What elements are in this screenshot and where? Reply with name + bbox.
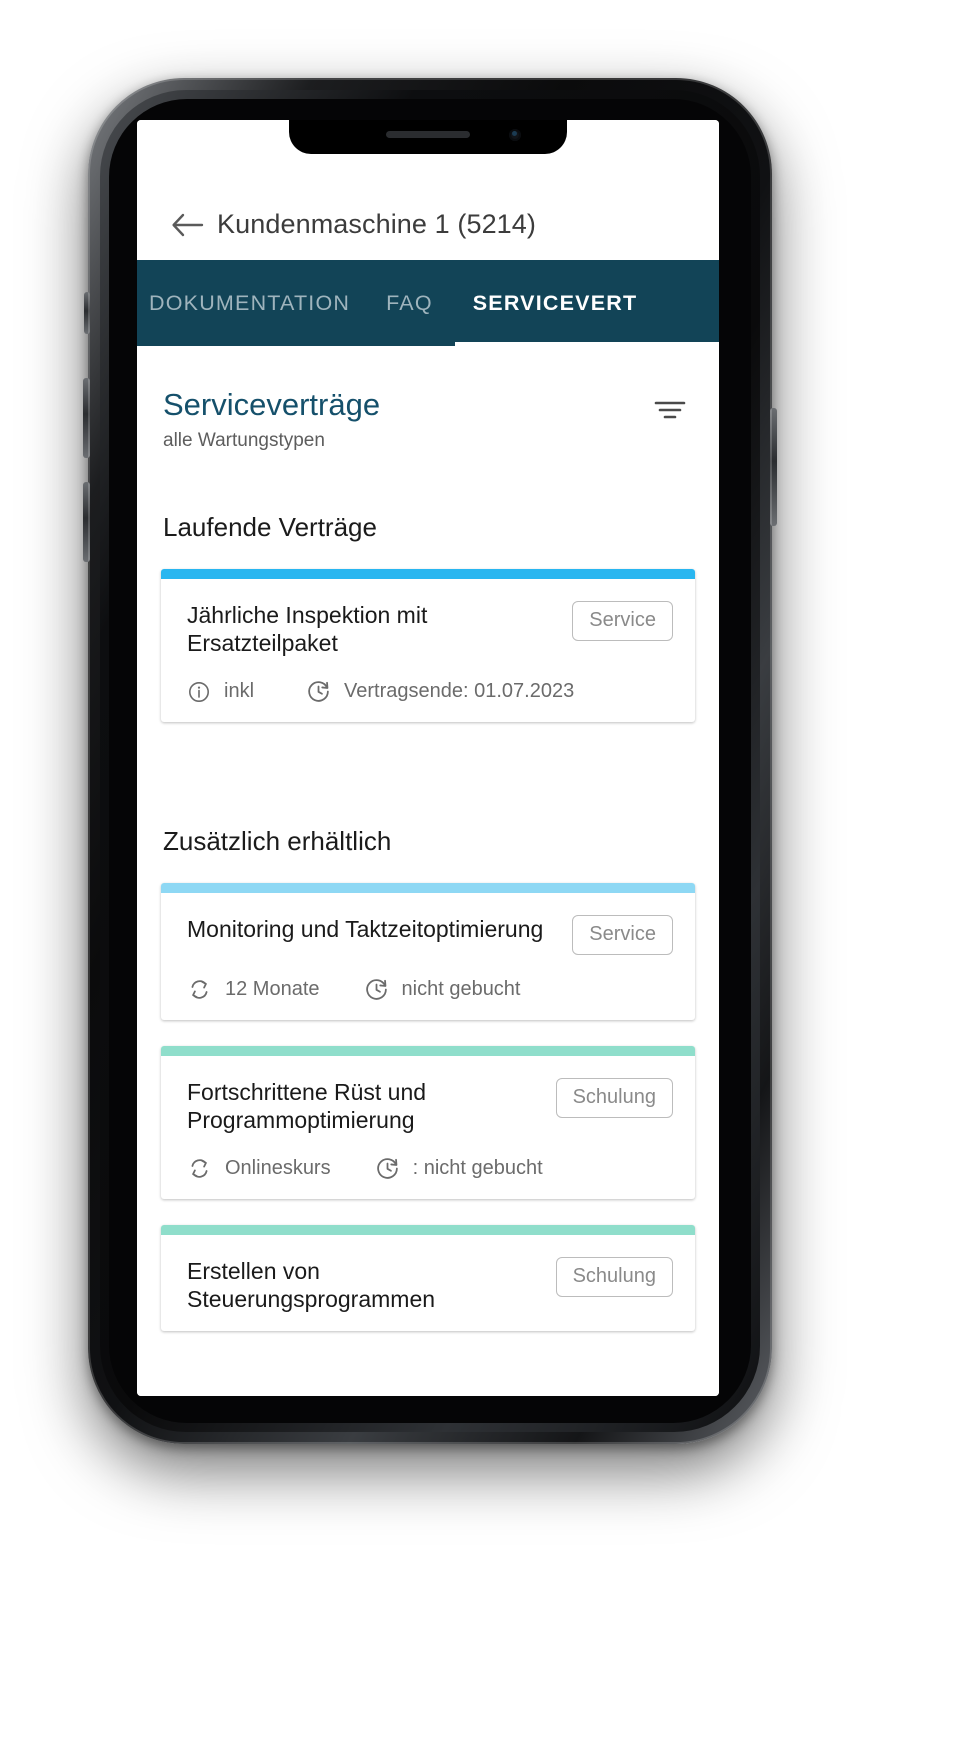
card-body: Erstellen von Steuerungsprogrammen Schul… <box>161 1235 695 1331</box>
meta-text: : nicht gebucht <box>412 1157 543 1180</box>
meta-inclusion: inkl <box>187 680 254 704</box>
card-list-zusaetzlich: Monitoring und Taktzeitoptimierung Servi… <box>137 883 719 1332</box>
contract-card[interactable]: Jährliche Inspektion mit Ersatzteilpaket… <box>161 569 695 723</box>
meta-text: nicht gebucht <box>401 978 521 1001</box>
card-body: Fortschrittene Rüst und Programmoptimier… <box>161 1056 695 1199</box>
page-title: Kundenmaschine 1 (5214) <box>217 209 537 239</box>
card-accent-bar <box>161 1225 695 1236</box>
tab-dokumentation[interactable]: DOKUMENTATION <box>137 260 368 346</box>
card-title: Fortschrittene Rüst und Programmoptimier… <box>187 1079 427 1134</box>
screenshot-root: Kundenmaschine 1 (5214) DOKUMENTATION FA… <box>0 0 975 1751</box>
clock-refresh-icon <box>364 977 389 1002</box>
section-heading-zusaetzlich: Zusätzlich erhältlich <box>163 826 392 857</box>
contract-card[interactable]: Monitoring und Taktzeitoptimierung Servi… <box>161 883 695 1021</box>
card-accent-bar <box>161 883 695 894</box>
card-title: Jährliche Inspektion mit Ersatzteilpaket <box>187 602 428 657</box>
volume-up-button[interactable] <box>83 378 90 458</box>
meta-booking-status: nicht gebucht <box>364 977 521 1002</box>
meta-text: Onlineskurs <box>225 1157 331 1180</box>
card-meta-row: 12 Monate nicht gebucht <box>187 977 673 1002</box>
meta-text: inkl <box>224 680 255 703</box>
card-header-row: Monitoring und Taktzeitoptimierung Servi… <box>187 915 673 956</box>
status-badge[interactable]: Schulung <box>555 1257 673 1298</box>
back-button[interactable] <box>159 210 217 240</box>
info-icon <box>187 680 211 704</box>
meta-text: Vertragsende: 01.07.2023 <box>344 680 575 703</box>
volume-down-button[interactable] <box>83 482 90 562</box>
silent-switch-button[interactable] <box>84 292 90 334</box>
status-badge[interactable]: Schulung <box>555 1078 673 1119</box>
phone-notch <box>289 120 567 154</box>
filter-icon[interactable] <box>651 396 689 424</box>
meta-contract-end: Vertragsende: 01.07.2023 <box>306 679 574 704</box>
card-header-row: Fortschrittene Rüst und Programmoptimier… <box>187 1078 673 1134</box>
card-accent-bar <box>161 569 695 579</box>
tab-faq[interactable]: FAQ <box>368 260 451 346</box>
front-camera-icon <box>509 129 521 141</box>
card-body: Monitoring und Taktzeitoptimierung Servi… <box>161 893 695 1020</box>
phone-screen: Kundenmaschine 1 (5214) DOKUMENTATION FA… <box>137 120 719 1396</box>
clock-refresh-icon <box>306 679 331 704</box>
meta-booking-status: : nicht gebucht <box>375 1156 543 1181</box>
tab-bar: DOKUMENTATION FAQ SERVICEVERT <box>137 260 719 346</box>
contract-card[interactable]: Fortschrittene Rüst und Programmoptimier… <box>161 1046 695 1200</box>
earpiece-speaker <box>386 131 470 138</box>
card-body: Jährliche Inspektion mit Ersatzteilpaket… <box>161 579 695 722</box>
card-list-laufende: Jährliche Inspektion mit Ersatzteilpaket… <box>137 569 719 723</box>
tab-servicevertraege[interactable]: SERVICEVERT <box>451 260 719 346</box>
status-badge[interactable]: Service <box>572 915 673 956</box>
content-header: Serviceverträge <box>137 356 719 424</box>
card-meta-row: inkl Vertragsende: 01.07.2023 <box>187 679 673 704</box>
card-title: Erstellen von Steuerungsprogrammen <box>187 1258 436 1313</box>
power-button[interactable] <box>770 408 777 526</box>
meta-text: 12 Monate <box>225 978 320 1001</box>
card-meta-row: Onlineskurs: nicht gebucht <box>187 1156 673 1181</box>
card-title: Monitoring und Taktzeitoptimierung <box>187 916 544 943</box>
sync-icon <box>187 1156 212 1181</box>
card-header-row: Jährliche Inspektion mit Ersatzteilpaket… <box>187 601 673 657</box>
content-subtitle: alle Wartungstypen <box>163 430 325 451</box>
content-title: Serviceverträge <box>163 387 381 422</box>
meta-duration: 12 Monate <box>187 977 320 1002</box>
status-badge[interactable]: Service <box>572 601 673 641</box>
section-heading-laufende: Laufende Verträge <box>163 512 377 542</box>
card-header-row: Erstellen von Steuerungsprogrammen Schul… <box>187 1257 673 1313</box>
card-accent-bar <box>161 1046 695 1057</box>
sync-icon <box>187 977 212 1002</box>
contract-card[interactable]: Erstellen von Steuerungsprogrammen Schul… <box>161 1225 695 1332</box>
clock-refresh-icon <box>375 1156 400 1181</box>
content-scroll-area[interactable]: Serviceverträge alle Wartungstypen Laufe… <box>137 346 719 1396</box>
meta-course-type: Onlineskurs <box>187 1156 331 1181</box>
arrow-left-icon <box>171 210 205 240</box>
